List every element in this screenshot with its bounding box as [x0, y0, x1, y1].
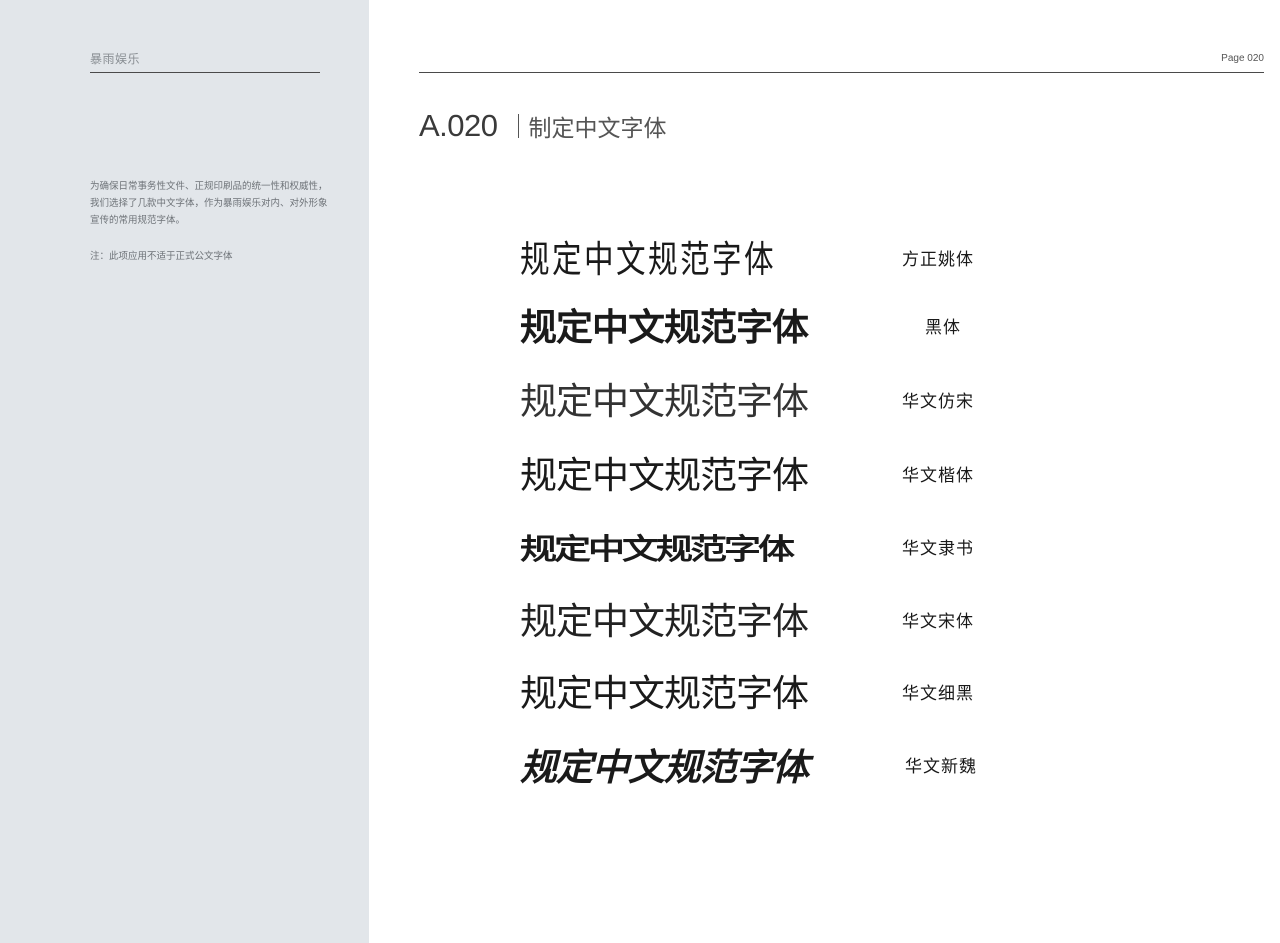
- font-sample: 规定中文规范字体: [520, 380, 809, 423]
- font-name: 方正姚体: [902, 250, 974, 270]
- font-name: 华文仿宋: [902, 392, 974, 412]
- font-name: 华文宋体: [902, 612, 974, 632]
- font-row: 规定中文规范字体 华文细黑: [520, 669, 1020, 719]
- font-name: 华文新魏: [905, 757, 977, 777]
- font-row: 规定中文规范字体 华文新魏: [520, 742, 1020, 792]
- font-sample: 规定中文规范字体: [520, 306, 809, 349]
- font-name: 华文细黑: [902, 684, 974, 704]
- font-sample: 规定中文规范字体: [520, 454, 809, 497]
- font-sample: 规定中文规范字体: [520, 745, 809, 789]
- font-row: 规定中文规范字体 方正姚体: [520, 235, 1020, 285]
- font-name: 华文楷体: [902, 466, 974, 486]
- font-row: 规定中文规范字体 华文仿宋: [520, 377, 1020, 427]
- font-specimen-list: 规定中文规范字体 方正姚体 规定中文规范字体 黑体 规定中文规范字体 华文仿宋 …: [0, 0, 1280, 943]
- font-row: 规定中文规范字体 华文宋体: [520, 597, 1020, 647]
- font-sample: 规定中文规范字体: [520, 531, 795, 567]
- font-row: 规定中文规范字体 华文隶书: [520, 524, 1020, 574]
- font-name: 华文隶书: [902, 539, 974, 559]
- font-row: 规定中文规范字体 黑体: [520, 303, 1020, 353]
- font-name: 黑体: [925, 318, 961, 338]
- font-row: 规定中文规范字体 华文楷体: [520, 451, 1020, 501]
- font-sample: 规定中文规范字体: [520, 238, 776, 281]
- font-sample: 规定中文规范字体: [520, 672, 809, 715]
- font-sample: 规定中文规范字体: [520, 600, 809, 643]
